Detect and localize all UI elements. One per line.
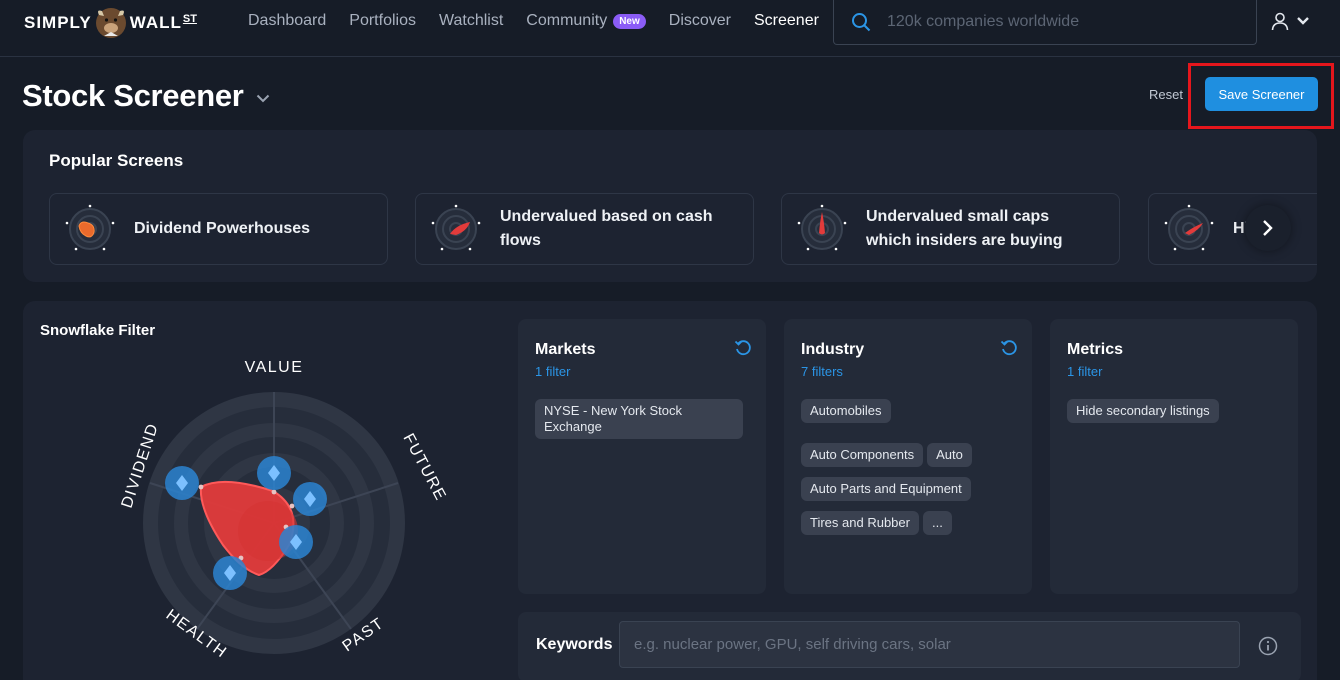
screen-card-undervalued-cash-flows[interactable]: Undervalued based on cash flows: [415, 193, 754, 265]
filter-chip[interactable]: Hide secondary listings: [1067, 399, 1219, 423]
popular-screens-panel: Popular Screens Dividend Powerhouses Und…: [23, 130, 1317, 282]
bull-mascot-icon: [95, 8, 126, 38]
metrics-chips: Hide secondary listings: [1067, 399, 1289, 423]
search-input[interactable]: [887, 13, 1227, 31]
page-title[interactable]: Stock Screener: [22, 78, 270, 114]
axis-label-value: VALUE: [245, 359, 304, 376]
screen-card-dividend-powerhouses[interactable]: Dividend Powerhouses: [49, 193, 388, 265]
filter-chip[interactable]: NYSE - New York Stock Exchange: [535, 399, 743, 439]
top-nav: SIMPLY WALL ST Dashboard Portfolios Watc…: [0, 0, 1340, 57]
filter-chip[interactable]: Tires and Rubber: [801, 511, 919, 535]
nav-dashboard[interactable]: Dashboard: [248, 11, 326, 31]
health-handle-icon[interactable]: [213, 556, 247, 590]
chevron-down-icon: [1297, 17, 1309, 25]
reset-button[interactable]: Reset: [1149, 87, 1183, 102]
logo-text-right: WALL: [129, 13, 182, 32]
user-icon: [1271, 12, 1289, 31]
filter-chip[interactable]: Auto: [927, 443, 972, 467]
company-search[interactable]: [833, 0, 1257, 45]
value-handle-icon[interactable]: [257, 456, 291, 490]
screen-card-label: Undervalued small caps which insiders ar…: [866, 208, 1063, 249]
save-screener-button[interactable]: Save Screener: [1205, 77, 1318, 111]
industry-filter-card[interactable]: Industry 7 filters Automobiles Auto Comp…: [784, 319, 1032, 594]
markets-filter-card[interactable]: Markets 1 filter NYSE - New York Stock E…: [518, 319, 766, 594]
filter-chip[interactable]: Auto Parts and Equipment: [801, 477, 971, 501]
logo-text-left: SIMPLY: [24, 13, 92, 32]
info-icon[interactable]: [1258, 636, 1278, 656]
nav-screener-label: Screener: [754, 12, 819, 29]
snowflake-gauge-icon: [65, 204, 115, 251]
markets-filter-count[interactable]: 1 filter: [535, 364, 570, 379]
industry-filter-count[interactable]: 7 filters: [801, 364, 843, 379]
keywords-input[interactable]: [619, 621, 1240, 668]
axis-label-future: FUTURE: [399, 431, 449, 504]
filter-chip[interactable]: Auto Components: [801, 443, 924, 467]
snowflake-filter-title: Snowflake Filter: [40, 322, 156, 339]
reset-icon[interactable]: [1000, 339, 1018, 357]
nav-discover-label: Discover: [668, 12, 731, 29]
filters-panel: Snowflake Filter VALUE FUTURE PAST HEALT…: [23, 301, 1317, 680]
industry-title: Industry: [801, 341, 865, 358]
search-icon: [852, 13, 871, 32]
popular-screens-title: Popular Screens: [49, 151, 184, 170]
logo[interactable]: SIMPLY WALL ST: [24, 8, 197, 38]
past-handle-icon[interactable]: [279, 525, 313, 559]
filter-chip[interactable]: Automobiles: [801, 399, 891, 423]
snowflake-gauge-icon: [1164, 204, 1214, 251]
nav-screener[interactable]: Screener: [754, 11, 819, 31]
nav-watchlist[interactable]: Watchlist: [439, 11, 503, 31]
nav-watchlist-label: Watchlist: [438, 12, 504, 29]
nav-dashboard-label: Dashboard: [248, 12, 327, 29]
nav-portfolios-label: Portfolios: [349, 12, 416, 29]
screen-card-partial[interactable]: Hi: [1148, 193, 1317, 265]
snowflake-gauge-icon: [797, 204, 847, 251]
screen-card-label: Dividend Powerhouses: [134, 220, 311, 237]
snowflake-gauge-icon: [431, 204, 481, 251]
metrics-filter-count[interactable]: 1 filter: [1067, 364, 1102, 379]
filter-chip-more[interactable]: ...: [922, 511, 952, 535]
metrics-title: Metrics: [1067, 341, 1124, 358]
logo-suffix: ST: [182, 13, 197, 25]
reset-icon[interactable]: [734, 339, 752, 357]
screen-card-label: Undervalued based on cash flows: [500, 208, 713, 249]
nav-discover[interactable]: Discover: [669, 11, 731, 31]
markets-chips: NYSE - New York Stock Exchange: [535, 399, 757, 439]
industry-chips: Automobiles Auto Components Auto Auto Pa…: [801, 399, 1023, 535]
dividend-handle-icon[interactable]: [165, 466, 199, 500]
nav-portfolios[interactable]: Portfolios: [349, 11, 416, 31]
keywords-label: Keywords: [536, 636, 613, 653]
user-menu[interactable]: [1270, 11, 1310, 31]
new-badge: New: [613, 13, 646, 29]
nav-links: Dashboard Portfolios Watchlist Community…: [248, 11, 842, 31]
chevron-right-icon: [1263, 220, 1273, 236]
markets-title: Markets: [535, 341, 596, 358]
page-title-text: Stock Screener: [22, 78, 244, 113]
future-handle-icon[interactable]: [293, 482, 327, 516]
chevron-down-icon: [256, 94, 269, 102]
nav-community[interactable]: Community New: [526, 11, 646, 31]
carousel-next-button[interactable]: [1245, 205, 1291, 251]
screen-card-undervalued-small-caps[interactable]: Undervalued small caps which insiders ar…: [781, 193, 1120, 265]
metrics-filter-card[interactable]: Metrics 1 filter Hide secondary listings: [1050, 319, 1298, 594]
nav-community-label: Community: [526, 12, 608, 29]
snowflake-filter-chart[interactable]: VALUE FUTURE PAST HEALTH DIVIDEND: [103, 349, 463, 669]
keywords-row: Keywords: [518, 612, 1301, 680]
